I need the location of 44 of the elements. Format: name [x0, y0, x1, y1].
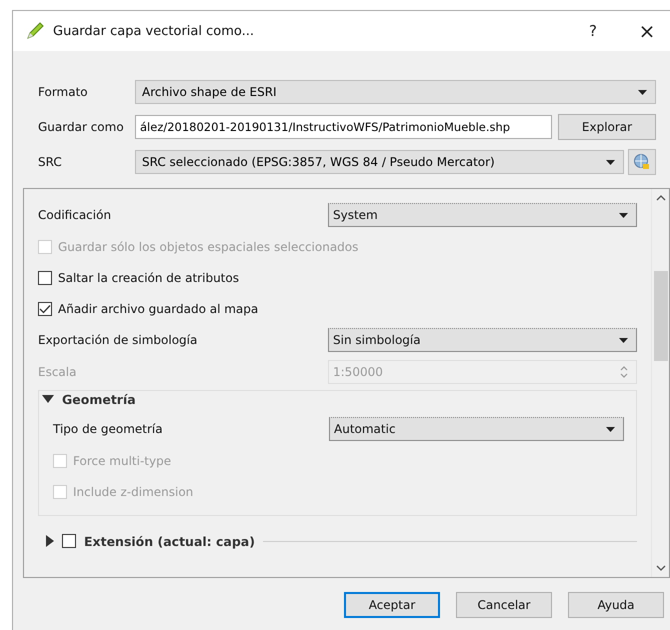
dropdown-arrow-icon: [638, 90, 647, 94]
file-path-field[interactable]: ález/20180201-20190131/InstructivoWFS/PatrimonioMueble.shp: [135, 115, 552, 139]
dropdown[interactable]: Archivo shape de ESRI: [135, 80, 656, 104]
pencil-icon: [25, 21, 45, 41]
dropdown-arrow-icon: [606, 160, 615, 164]
group-title: Extensión (actual: capa): [84, 534, 255, 548]
dropdown-arrow-icon: [606, 426, 615, 432]
scrollbar[interactable]: [651, 189, 669, 577]
checkbox[interactable]: [38, 270, 52, 284]
checkbox-label: Guardar sólo los objetos espaciales seleccionados: [58, 240, 358, 254]
scrollbar-thumb[interactable]: [654, 271, 668, 361]
collapse-triangle-icon[interactable]: [42, 394, 54, 404]
window-title: Guardar capa vectorial como...: [53, 24, 254, 38]
dialog-button[interactable]: Cancelar: [456, 592, 552, 618]
checkbox-label: Saltar la creación de atributos: [58, 270, 239, 284]
checkbox[interactable]: [38, 302, 52, 316]
globe-icon: [633, 153, 651, 171]
field-label: Codificación: [38, 208, 112, 222]
dialog-button[interactable]: Ayuda: [568, 592, 664, 618]
dropdown[interactable]: Automatic: [329, 417, 624, 441]
dialog-button[interactable]: Aceptar: [344, 592, 440, 618]
scroll-down-icon[interactable]: [656, 565, 666, 571]
dropdown[interactable]: System: [328, 203, 637, 227]
browse-button[interactable]: Explorar: [558, 114, 656, 140]
dropdown-arrow-icon: [619, 212, 628, 218]
dropdown-arrow-icon: [619, 338, 628, 342]
dropdown[interactable]: Sin simbología: [328, 328, 637, 352]
close-button[interactable]: ×: [624, 11, 670, 51]
field-label: SRC: [38, 155, 63, 169]
field-label: Formato: [38, 85, 89, 99]
field-label: Guardar como: [38, 120, 125, 134]
field-label: Exportación de simbología: [38, 333, 198, 347]
expand-triangle-icon[interactable]: [46, 535, 54, 547]
checkbox-label: Include z-dimension: [73, 484, 194, 498]
help-button[interactable]: ?: [570, 11, 616, 51]
scroll-up-icon[interactable]: [656, 195, 666, 201]
dropdown[interactable]: SRC seleccionado (EPSG:3857, WGS 84 / Pseudo Mercator): [135, 150, 624, 174]
checkbox-label: Añadir archivo guardado al mapa: [58, 302, 258, 316]
field-label: Escala: [38, 365, 78, 379]
checkbox[interactable]: [62, 534, 76, 548]
field-label: Tipo de geometría: [53, 422, 164, 436]
crs-select-button[interactable]: [628, 149, 656, 175]
group-title: Geometría: [62, 392, 136, 406]
checkbox-label: Force multi-type: [73, 454, 172, 468]
